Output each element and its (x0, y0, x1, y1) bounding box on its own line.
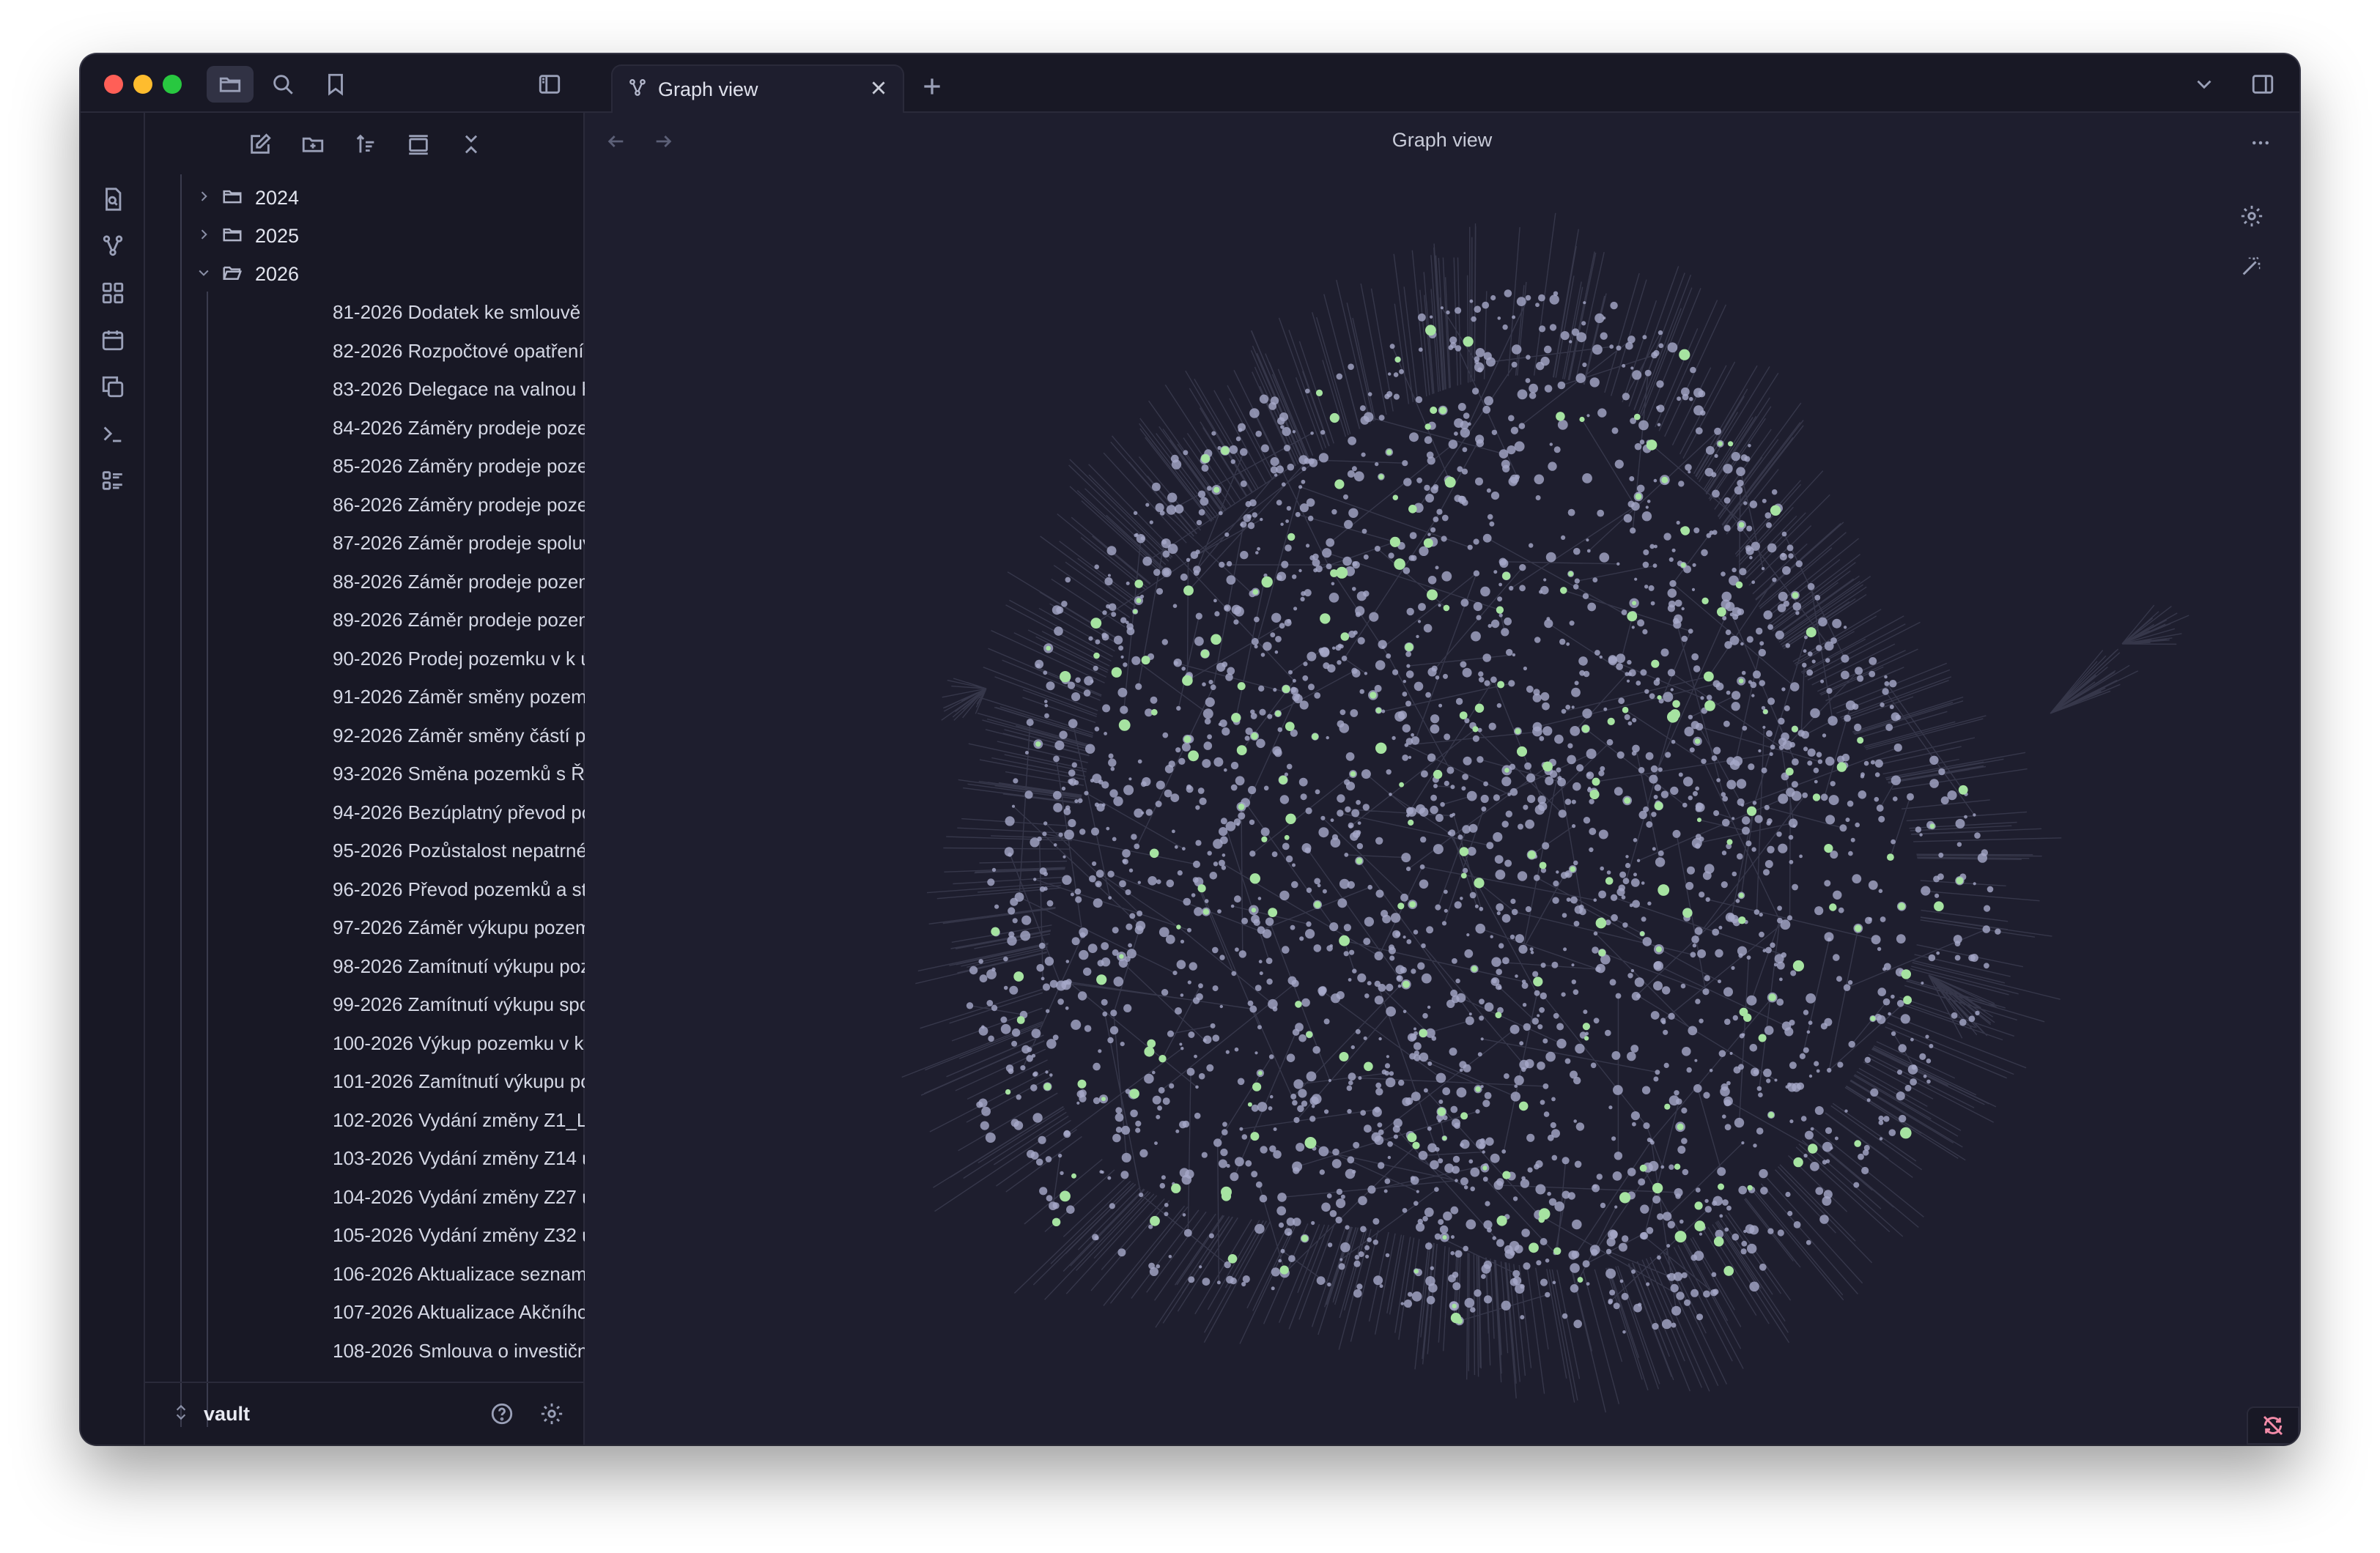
chevron-right-icon (196, 189, 211, 207)
folder-icon (211, 185, 243, 211)
close-tab-icon[interactable] (869, 78, 888, 101)
toggle-left-sidebar-button[interactable] (526, 66, 573, 103)
vault-bar: vault (145, 1382, 583, 1445)
graph-icon (103, 235, 123, 256)
folder-label: 2025 (255, 224, 300, 247)
folder-2026[interactable]: 2026 (196, 255, 299, 293)
folder-2024[interactable]: 2024 (196, 179, 299, 217)
chevron-right-icon (196, 227, 211, 245)
close-window-button[interactable] (104, 75, 123, 94)
terminal-icon (103, 426, 122, 442)
app-window: Graph view 2024 2025 2026 81-2026 Dodate… (81, 54, 2299, 1445)
graph-canvas[interactable] (585, 113, 2299, 1445)
open-command-palette-button[interactable] (97, 418, 129, 450)
collapse-all-button[interactable] (454, 127, 488, 161)
tab-title: Graph view (658, 78, 758, 100)
tab-list-button[interactable] (2181, 66, 2228, 103)
sort-icon (356, 134, 374, 153)
new-folder-button[interactable] (296, 127, 330, 161)
help-button[interactable] (484, 1396, 520, 1432)
folder-label: 2024 (255, 186, 300, 209)
open-quick-switcher-button[interactable] (97, 183, 129, 215)
settings-button[interactable] (533, 1396, 570, 1432)
animate-graph-button[interactable] (2233, 248, 2270, 284)
file-explorer-toolbar (145, 113, 583, 174)
ribbon (81, 113, 145, 1445)
new-tab-button[interactable] (914, 69, 950, 104)
calendar-icon (102, 330, 124, 351)
folder-label: 2026 (255, 262, 300, 285)
change-sort-order-button[interactable] (349, 127, 382, 161)
help-icon (491, 1403, 513, 1425)
open-graph-view-button[interactable] (97, 230, 129, 262)
auto-reveal-file-button[interactable] (402, 127, 435, 161)
new-note-button[interactable] (243, 127, 277, 161)
open-canvas-button[interactable] (97, 277, 129, 309)
plus-icon (924, 78, 940, 94)
chevron-down-icon (2197, 80, 2211, 89)
graph-nodes (966, 289, 2001, 1334)
open-bases-button[interactable] (97, 464, 129, 497)
sync-status-button[interactable] (2247, 1406, 2299, 1445)
folder-open-icon (211, 262, 243, 287)
search-icon (273, 75, 293, 94)
folder-2025[interactable]: 2025 (196, 217, 299, 255)
title-bar: Graph view (81, 54, 2299, 113)
gear-icon (2241, 205, 2263, 227)
bookmark-icon (328, 73, 343, 96)
more-horizontal-icon (2252, 141, 2269, 145)
layout-dashboard-icon (102, 282, 124, 304)
vault-switcher-icon[interactable] (145, 1403, 191, 1426)
view-title: Graph view (1392, 129, 1493, 151)
search-tab-button[interactable] (259, 66, 306, 103)
reveal-icon (409, 135, 428, 155)
folder-icon (211, 223, 243, 249)
file-search-icon (106, 188, 122, 211)
graph-edges (901, 212, 2189, 1413)
sync-off-icon (2263, 1415, 2283, 1436)
sidebar-left-icon (539, 75, 561, 94)
view-header: Graph view (585, 113, 2299, 170)
tab-graph-view[interactable]: Graph view (611, 64, 904, 113)
insert-template-button[interactable] (97, 371, 129, 403)
chevron-down-icon (196, 265, 211, 283)
copy-icon (102, 376, 124, 398)
maximize-window-button[interactable] (163, 75, 182, 94)
graph-highlight-nodes (991, 325, 1968, 1324)
vault-name[interactable]: vault (204, 1403, 484, 1426)
folder-plus-icon (302, 137, 324, 152)
edit-icon (251, 133, 271, 154)
gear-icon (541, 1403, 563, 1425)
graph-settings-button[interactable] (2233, 198, 2270, 234)
sidebar-right-icon (2252, 75, 2274, 94)
indent-guide (180, 174, 182, 1427)
minimize-window-button[interactable] (133, 75, 152, 94)
bookmarks-tab-button[interactable] (312, 66, 359, 103)
indent-guide (207, 292, 208, 1427)
chevrons-collapse-icon (465, 135, 478, 154)
folder-icon (219, 77, 241, 92)
main-pane: Graph view (585, 113, 2299, 1445)
graph-icon (627, 78, 648, 102)
files-tab-button[interactable] (207, 66, 254, 103)
magic-wand-icon (2242, 256, 2261, 275)
list-icon (102, 471, 122, 490)
open-daily-note-button[interactable] (97, 324, 129, 356)
more-options-button[interactable] (2244, 126, 2277, 160)
toggle-right-sidebar-button[interactable] (2239, 66, 2286, 103)
file-explorer: 2024 2025 2026 81-2026 Dodatek ke smlouv… (145, 113, 618, 1445)
